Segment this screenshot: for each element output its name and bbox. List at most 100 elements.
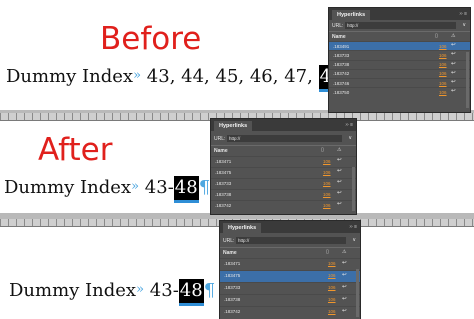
- page-link[interactable]: 106: [328, 309, 336, 314]
- panel-menu-buttons[interactable]: ›› ≡: [349, 224, 357, 230]
- column-header: Name ▯ ⚠: [220, 247, 360, 258]
- after-second-index-marker: »: [136, 282, 145, 297]
- go-to-destination-icon[interactable]: ↩: [451, 70, 456, 76]
- go-to-destination-icon[interactable]: ↩: [451, 51, 456, 57]
- hyperlink-row[interactable]: .183738 106 ↩: [211, 189, 356, 200]
- page-link[interactable]: 106: [323, 181, 331, 186]
- after-heading: After: [38, 132, 113, 168]
- hyperlink-row[interactable]: .183742 106 ↩: [329, 68, 470, 78]
- page-link[interactable]: 106: [328, 285, 336, 290]
- url-label: URL:: [332, 23, 344, 29]
- go-to-destination-icon[interactable]: ↩: [337, 201, 342, 207]
- go-to-destination-icon[interactable]: ↩: [451, 88, 456, 94]
- url-dropdown-icon[interactable]: ∨: [352, 237, 356, 243]
- hyperlink-row[interactable]: .183471 106 ↩: [211, 156, 356, 167]
- before-index-label: Dummy Index: [6, 66, 134, 87]
- page-link[interactable]: 106: [328, 297, 336, 302]
- name-column-header[interactable]: Name: [332, 34, 346, 40]
- before-index-line[interactable]: Dummy Index» 43, 44, 45, 46, 47, 48¶: [6, 65, 355, 92]
- column-header: Name ▯ ⚠: [329, 31, 470, 41]
- after-index-marker: »: [131, 179, 140, 194]
- hyperlink-row[interactable]: .183475 106 ↩: [220, 270, 360, 282]
- panel-scrollbar[interactable]: [356, 269, 359, 317]
- page-link[interactable]: 106: [439, 53, 447, 58]
- page-link[interactable]: 106: [439, 90, 447, 95]
- url-field[interactable]: http://: [227, 135, 342, 142]
- hyperlink-name: .183733: [224, 285, 241, 290]
- go-to-destination-icon[interactable]: ↩: [342, 284, 347, 290]
- hyperlink-name: .183738: [333, 62, 350, 68]
- hyperlink-row[interactable]: .183475 106 ↩: [211, 167, 356, 178]
- hyperlink-row[interactable]: .183738 106 ↩: [220, 294, 360, 306]
- hyperlink-row[interactable]: .183733 106 ↩: [329, 50, 470, 59]
- after-second-pilcrow: ¶: [203, 280, 216, 301]
- url-dropdown-icon[interactable]: ∨: [462, 22, 466, 28]
- name-column-header[interactable]: Name: [214, 148, 228, 154]
- page-column-icon[interactable]: ▯: [321, 147, 324, 153]
- go-to-destination-icon[interactable]: ↩: [451, 42, 456, 48]
- page-link[interactable]: 106: [439, 44, 447, 49]
- go-to-destination-icon[interactable]: ↩: [342, 308, 347, 314]
- hyperlink-row[interactable]: .183733 106 ↩: [211, 178, 356, 189]
- hyperlinks-list: .183471 106 ↩ .183475 106 ↩ .183733 106 ↩ .183…: [220, 258, 360, 318]
- url-field[interactable]: http://: [236, 237, 346, 244]
- page-link[interactable]: 106: [439, 81, 447, 86]
- page-link[interactable]: 106: [439, 62, 447, 67]
- status-column-icon[interactable]: ⚠: [451, 33, 455, 39]
- page-link[interactable]: 106: [323, 192, 331, 197]
- hyperlinks-list: .183491 106 ↩ .183733 106 ↩ .183738 106 ↩ .183…: [329, 41, 470, 97]
- after-index-line[interactable]: Dummy Index» 43-48¶: [4, 176, 210, 203]
- hyperlink-name: .183491: [333, 43, 350, 49]
- go-to-destination-icon[interactable]: ↩: [451, 79, 456, 85]
- hyperlink-name: .183738: [224, 297, 241, 302]
- hyperlinks-panel-1: Hyperlinks ›› ≡ URL: http:// ∨ Name ▯ ⚠ …: [329, 8, 470, 112]
- panel-titlebar: Hyperlinks ›› ≡: [220, 221, 360, 233]
- go-to-destination-icon[interactable]: ↩: [337, 179, 342, 185]
- page-link[interactable]: 106: [323, 203, 331, 208]
- hyperlink-name: .183742: [215, 202, 232, 208]
- page-link[interactable]: 106: [328, 273, 336, 278]
- go-to-destination-icon[interactable]: ↩: [342, 296, 347, 302]
- page-column-icon[interactable]: ▯: [435, 33, 438, 39]
- after-second-index-line[interactable]: Dummy Index» 43-48¶: [9, 279, 216, 306]
- panel-menu-buttons[interactable]: ›› ≡: [459, 11, 467, 17]
- url-dropdown-icon[interactable]: ∨: [348, 135, 352, 141]
- hyperlink-name: .183475: [224, 273, 241, 278]
- page-link[interactable]: 106: [328, 261, 336, 266]
- status-column-icon[interactable]: ⚠: [337, 147, 341, 153]
- after-selected-number[interactable]: 48: [173, 176, 199, 203]
- hyperlink-row[interactable]: .183746 106 ↩: [329, 78, 470, 87]
- hyperlinks-tab[interactable]: Hyperlinks: [223, 223, 262, 233]
- panel-menu-buttons[interactable]: ›› ≡: [345, 122, 353, 128]
- panel-scrollbar[interactable]: [466, 52, 469, 108]
- page-link[interactable]: 106: [323, 170, 331, 175]
- status-column-icon[interactable]: ⚠: [342, 249, 346, 255]
- hyperlink-row[interactable]: .183742 106 ↩: [220, 306, 360, 318]
- go-to-destination-icon[interactable]: ↩: [337, 168, 342, 174]
- hyperlink-row[interactable]: .183738 106 ↩: [329, 59, 470, 69]
- url-label: URL:: [223, 238, 235, 244]
- hyperlinks-tab[interactable]: Hyperlinks: [332, 10, 371, 20]
- panel-scrollbar[interactable]: [352, 167, 355, 211]
- hyperlink-row[interactable]: .183471 106 ↩: [220, 258, 360, 270]
- hyperlink-row[interactable]: .183491 106 ↩: [329, 41, 470, 51]
- hyperlink-row[interactable]: .183733 106 ↩: [220, 282, 360, 294]
- url-row: URL: http:// ∨: [220, 233, 360, 247]
- after-second-selected-number[interactable]: 48: [178, 279, 204, 306]
- panel-titlebar: Hyperlinks ›› ≡: [211, 119, 356, 131]
- go-to-destination-icon[interactable]: ↩: [451, 61, 456, 67]
- page-column-icon[interactable]: ▯: [326, 249, 329, 255]
- before-page-numbers: 43, 44, 45, 46, 47,: [146, 66, 313, 87]
- page-link[interactable]: 106: [323, 159, 331, 164]
- go-to-destination-icon[interactable]: ↩: [337, 190, 342, 196]
- name-column-header[interactable]: Name: [223, 250, 237, 256]
- go-to-destination-icon[interactable]: ↩: [342, 272, 347, 278]
- hyperlinks-tab[interactable]: Hyperlinks: [214, 121, 253, 131]
- go-to-destination-icon[interactable]: ↩: [337, 157, 342, 163]
- hyperlink-row[interactable]: .183750 106 ↩: [329, 87, 470, 96]
- go-to-destination-icon[interactable]: ↩: [342, 260, 347, 266]
- page-link[interactable]: 106: [439, 71, 447, 76]
- url-field[interactable]: http://: [345, 22, 456, 29]
- hyperlink-name: .183738: [215, 191, 232, 197]
- hyperlink-row[interactable]: .183742 106 ↩: [211, 200, 356, 211]
